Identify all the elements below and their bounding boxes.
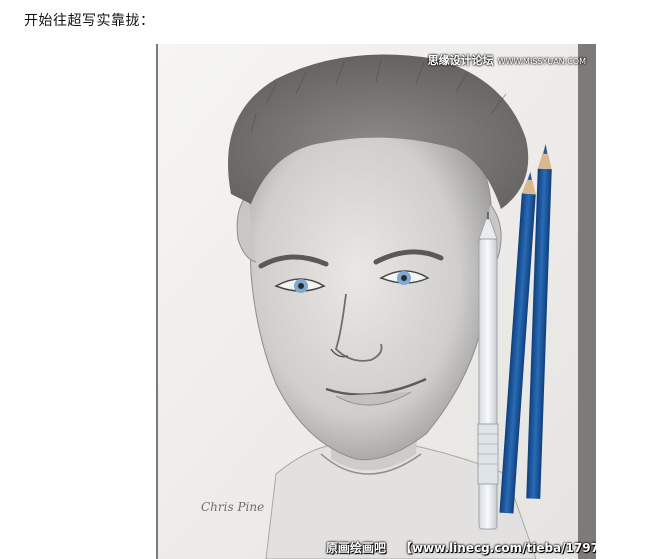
artist-signature: Chris Pine	[201, 500, 265, 514]
mechanical-pencil	[477, 212, 499, 530]
watermark-bottom: 原画绘画吧 【www.linecg.com/tieba/1797】	[326, 539, 596, 556]
caption-text: 开始往超写实靠拢：	[24, 13, 155, 29]
watermark-bottom-url: 【www.linecg.com/tieba/1797】	[400, 541, 596, 555]
drawing-illustration	[156, 44, 596, 559]
watermark-top-url: WWW.MISSYUAN.COM	[497, 57, 586, 66]
watermark-top-cn: 思缘设计论坛	[427, 54, 494, 67]
pencil-drawing-photo: 思缘设计论坛 WWW.MISSYUAN.COM Chris Pine 原画绘画吧【…	[156, 44, 596, 559]
watermark-bottom-cn: 原画绘画吧	[326, 541, 387, 555]
watermark-top: 思缘设计论坛 WWW.MISSYUAN.COM	[428, 52, 586, 68]
